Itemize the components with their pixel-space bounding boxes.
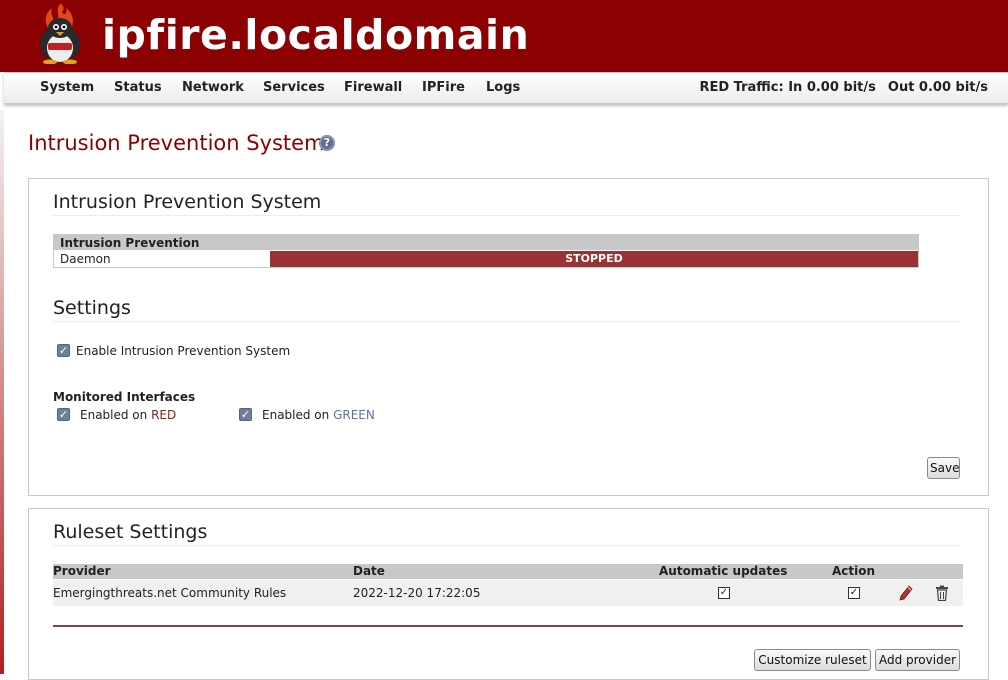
section-divider bbox=[53, 545, 961, 546]
column-provider: Provider bbox=[53, 564, 111, 578]
main-menu-bar: System Status Network Services Firewall … bbox=[4, 72, 1008, 104]
enable-green-prefix: Enabled on bbox=[262, 408, 334, 422]
customize-ruleset-button[interactable]: Customize ruleset bbox=[754, 649, 871, 671]
ruleset-section-title: Ruleset Settings bbox=[53, 521, 208, 543]
menu-item-system[interactable]: System bbox=[40, 80, 94, 96]
menu-item-services[interactable]: Services bbox=[263, 80, 325, 96]
daemon-status-badge: STOPPED bbox=[270, 251, 918, 267]
green-interface-name: GREEN bbox=[333, 408, 375, 422]
date-cell: 2022-12-20 17:22:05 bbox=[353, 586, 481, 600]
section-divider bbox=[53, 321, 961, 322]
provider-cell: Emergingthreats.net Community Rules bbox=[53, 586, 287, 600]
menu-item-status[interactable]: Status bbox=[114, 80, 162, 96]
section-divider bbox=[53, 215, 961, 216]
page-title: Intrusion Prevention System bbox=[28, 131, 325, 155]
enable-ips-label: Enable Intrusion Prevention System bbox=[76, 344, 291, 358]
ruleset-settings-box: Ruleset Settings Provider Date Automatic… bbox=[28, 508, 989, 680]
add-provider-button[interactable]: Add provider bbox=[875, 649, 960, 671]
automatic-updates-checkbox[interactable]: ✓ bbox=[718, 587, 730, 599]
column-date: Date bbox=[353, 564, 385, 578]
ruleset-table-header: Provider Date Automatic updates Action bbox=[53, 564, 963, 579]
enable-red-label: Enabled on RED bbox=[80, 408, 176, 422]
red-traffic-readout: RED Traffic: In 0.00 bit/s Out 0.00 bit/s bbox=[699, 80, 988, 96]
save-button[interactable]: Save bbox=[927, 457, 960, 479]
ruleset-divider bbox=[53, 625, 963, 627]
settings-section-title: Settings bbox=[53, 297, 131, 319]
enable-green-label: Enabled on GREEN bbox=[262, 408, 375, 422]
ipfire-logo-icon bbox=[40, 4, 80, 64]
hostname-title: ipfire.localdomain bbox=[102, 11, 530, 59]
traffic-out-value: Out 0.00 bit/s bbox=[887, 80, 988, 95]
enable-ips-checkbox[interactable]: ✓ bbox=[57, 344, 70, 357]
help-question-icon[interactable]: ? bbox=[319, 135, 335, 151]
menu-item-ipfire[interactable]: IPFire bbox=[422, 80, 465, 96]
trash-icon[interactable] bbox=[935, 585, 949, 601]
enable-red-checkbox[interactable]: ✓ bbox=[57, 408, 70, 421]
ips-status-box: Intrusion Prevention System Intrusion Pr… bbox=[28, 178, 989, 496]
table-row: Emergingthreats.net Community Rules 2022… bbox=[53, 580, 963, 606]
ips-status-table: Intrusion Prevention Daemon STOPPED bbox=[53, 234, 919, 268]
enable-red-prefix: Enabled on bbox=[80, 408, 152, 422]
status-header-label: Intrusion Prevention bbox=[60, 236, 200, 250]
menu-item-firewall[interactable]: Firewall bbox=[344, 80, 402, 96]
page-header: ipfire.localdomain bbox=[0, 0, 1008, 72]
menu-item-network[interactable]: Network bbox=[182, 80, 244, 96]
enable-green-checkbox[interactable]: ✓ bbox=[239, 408, 252, 421]
red-interface-name: RED bbox=[151, 408, 177, 422]
ips-section-title: Intrusion Prevention System bbox=[53, 191, 322, 213]
pencil-icon[interactable] bbox=[899, 585, 913, 601]
column-automatic-updates: Automatic updates bbox=[659, 564, 788, 578]
menu-item-logs[interactable]: Logs bbox=[486, 80, 520, 96]
status-table-header: Intrusion Prevention bbox=[54, 235, 918, 250]
column-action: Action bbox=[832, 564, 876, 578]
page-edge-decoration bbox=[0, 110, 4, 674]
daemon-label: Daemon bbox=[60, 252, 111, 266]
monitored-interfaces-label: Monitored Interfaces bbox=[53, 390, 196, 404]
action-enabled-checkbox[interactable]: ✓ bbox=[848, 587, 860, 599]
traffic-in-value: RED Traffic: In 0.00 bit/s bbox=[699, 80, 876, 95]
